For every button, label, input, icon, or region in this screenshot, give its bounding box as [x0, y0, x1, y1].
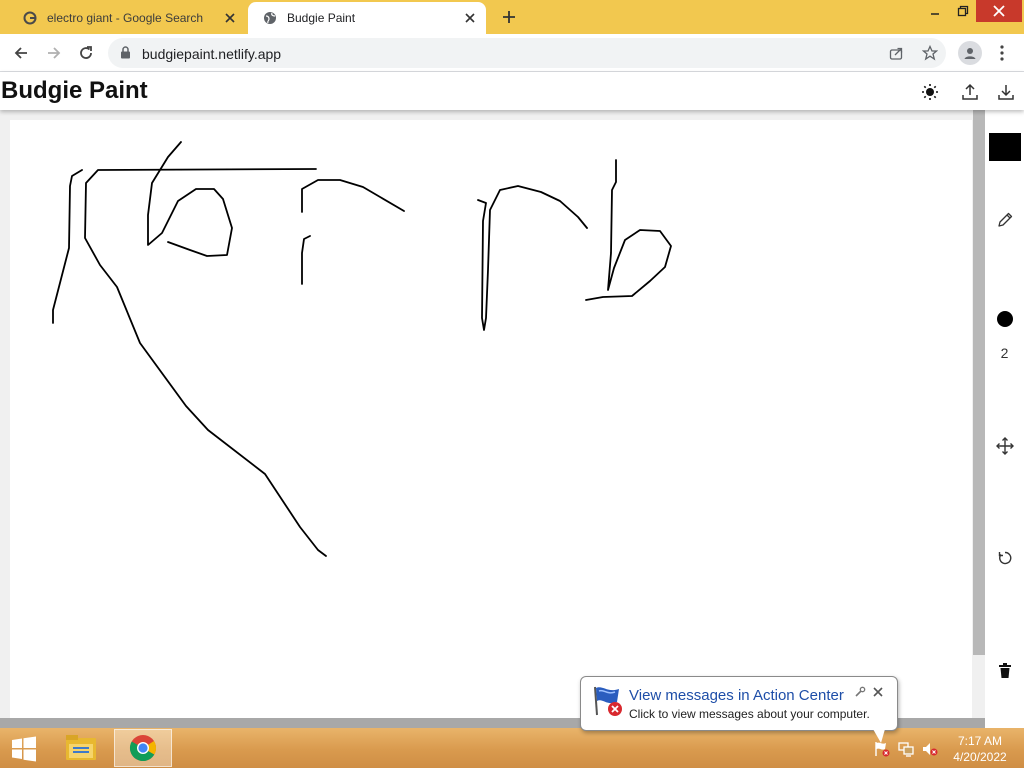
reload-icon[interactable] — [73, 40, 99, 66]
stroke — [585, 159, 672, 301]
profile-avatar-icon[interactable] — [958, 41, 982, 65]
notification-title[interactable]: View messages in Action Center — [629, 687, 844, 704]
network-icon[interactable] — [897, 740, 915, 758]
clock-date: 4/20/2022 — [953, 750, 1007, 764]
vertical-scrollbar[interactable] — [973, 110, 985, 655]
browser-toolbar: budgiepaint.netlify.app — [0, 34, 1024, 72]
notification-options-icon[interactable] — [854, 685, 866, 697]
close-window-icon[interactable] — [976, 0, 1022, 22]
color-swatch-button[interactable] — [985, 132, 1024, 162]
drawing-canvas[interactable] — [10, 120, 972, 718]
globe-icon — [262, 10, 278, 26]
back-icon[interactable] — [8, 40, 34, 66]
brush-size-dot-icon[interactable] — [985, 309, 1024, 329]
stroke — [52, 169, 83, 324]
color-swatch[interactable] — [988, 133, 1021, 161]
stroke — [301, 235, 311, 285]
notification-close-icon[interactable] — [872, 685, 884, 697]
file-explorer-icon[interactable] — [52, 729, 110, 767]
url-text[interactable]: budgiepaint.netlify.app — [142, 46, 281, 62]
brush-size-label: 2 — [1000, 345, 1009, 361]
move-icon[interactable] — [985, 435, 1024, 457]
stroke — [477, 185, 588, 331]
action-center-flag-icon — [591, 685, 625, 717]
tab-google-search[interactable]: electro giant - Google Search — [8, 2, 246, 34]
lock-icon[interactable] — [120, 46, 131, 64]
new-tab-icon[interactable] — [497, 5, 521, 29]
volume-muted-icon[interactable] — [921, 740, 939, 758]
pencil-icon[interactable] — [985, 208, 1024, 232]
forward-icon[interactable] — [41, 40, 67, 66]
upload-icon[interactable] — [958, 80, 982, 104]
close-tab-icon[interactable] — [458, 6, 482, 30]
stroke — [84, 168, 327, 557]
brightness-icon[interactable] — [918, 80, 942, 104]
tab-title: electro giant - Google Search — [47, 11, 204, 25]
chrome-icon[interactable] — [114, 729, 172, 767]
google-icon — [22, 10, 38, 26]
tool-panel: 2 — [985, 110, 1024, 718]
tab-title: Budgie Paint — [287, 11, 356, 25]
stroke — [147, 141, 233, 257]
action-center-notification[interactable]: View messages in Action Center Click to … — [580, 676, 898, 743]
notification-message[interactable]: Click to view messages about your comput… — [629, 707, 870, 721]
tab-strip: electro giant - Google Search Budgie Pai… — [0, 0, 1024, 34]
undo-icon[interactable] — [985, 547, 1024, 569]
trash-icon[interactable] — [985, 660, 1024, 682]
clock-time: 7:17 AM — [957, 734, 1003, 748]
app-title: Budgie Paint — [1, 77, 148, 104]
share-icon[interactable] — [886, 43, 906, 63]
drawing-strokes — [52, 141, 672, 557]
notification-tail — [873, 729, 885, 743]
app-header: Budgie Paint — [0, 72, 1024, 110]
restore-icon[interactable] — [946, 0, 980, 22]
windows-start-icon[interactable] — [6, 734, 42, 764]
taskbar: 7:17 AM 4/20/2022 — [0, 728, 1024, 768]
download-icon[interactable] — [994, 80, 1018, 104]
system-clock[interactable]: 7:17 AM 4/20/2022 — [944, 733, 1016, 765]
bookmark-star-icon[interactable] — [920, 43, 940, 63]
tab-budgie-paint[interactable]: Budgie Paint — [248, 2, 486, 34]
address-bar[interactable]: budgiepaint.netlify.app — [108, 38, 946, 68]
browser-menu-icon[interactable] — [992, 42, 1012, 64]
close-tab-icon[interactable] — [218, 6, 242, 30]
stroke — [301, 179, 405, 213]
canvas-area — [0, 110, 985, 728]
